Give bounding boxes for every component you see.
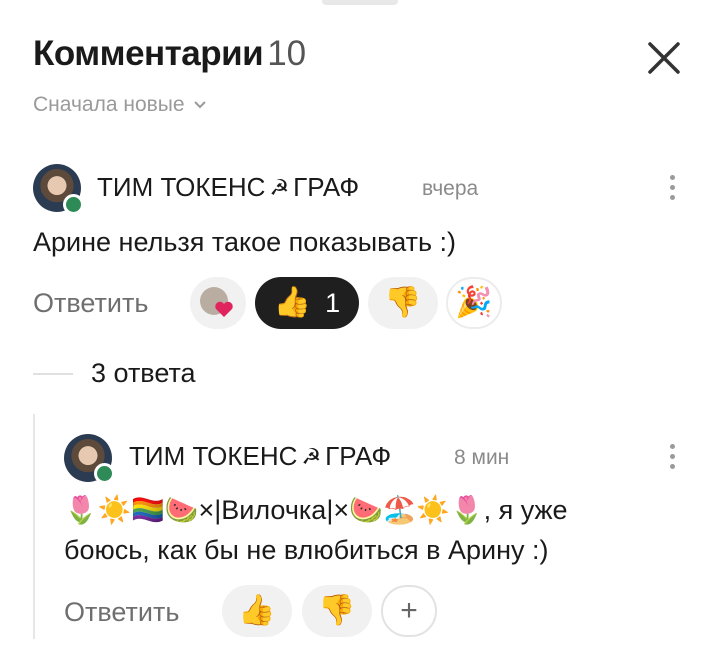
thread-line xyxy=(33,414,35,639)
reaction-heart-photo[interactable] xyxy=(190,277,246,329)
reaction-thumbs-down[interactable]: 👎 xyxy=(368,277,438,329)
heart-photo-icon xyxy=(200,287,233,317)
reaction-thumbs-up-active[interactable]: 👍 1 xyxy=(255,277,359,329)
comment-text: Арине нельзя такое показывать :) xyxy=(33,227,457,257)
sort-dropdown[interactable]: Сначала новые xyxy=(33,93,207,117)
reply-author[interactable]: ТИМ ТОКЕНС ☭ ГРАФ xyxy=(129,441,391,472)
reaction-party[interactable]: 🎉 xyxy=(446,277,502,329)
more-options-button[interactable] xyxy=(662,442,682,472)
dot-icon xyxy=(670,464,675,469)
replies-count-label: 3 ответа xyxy=(91,358,196,388)
add-reaction-button[interactable]: + xyxy=(381,585,437,637)
dot-icon xyxy=(670,175,675,180)
author-suffix: ГРАФ xyxy=(325,441,392,471)
party-popper-icon: 🎉 xyxy=(455,286,493,319)
comment-time: вчера xyxy=(422,177,479,200)
thumbs-down-icon: 👎 xyxy=(318,594,356,627)
dot-icon xyxy=(670,185,675,190)
reply-text-line-1: 🌷☀️🏳️‍🌈🍉×|Вилочка|×🍉🏖️☀️🌷, я уже xyxy=(64,495,568,525)
plus-icon: + xyxy=(400,594,418,627)
reply-text-line-2: боюсь, как бы не влюбиться в Арину :) xyxy=(64,535,549,565)
reply-button[interactable]: Ответить xyxy=(64,597,179,628)
sort-label: Сначала новые xyxy=(33,93,185,116)
online-indicator xyxy=(94,463,115,484)
show-replies-button[interactable]: 3 ответа xyxy=(33,358,196,389)
reaction-thumbs-down[interactable]: 👎 xyxy=(302,585,372,637)
comments-count: 10 xyxy=(267,34,307,73)
comment-author[interactable]: ТИМ ТОКЕНС ☭ ГРАФ xyxy=(97,172,359,203)
reaction-thumbs-up[interactable]: 👍 xyxy=(222,585,292,637)
reaction-count: 1 xyxy=(325,287,341,318)
more-options-button[interactable] xyxy=(662,173,682,203)
thumbs-up-icon: 👍 xyxy=(273,286,312,319)
thumbs-up-icon: 👍 xyxy=(238,594,276,627)
hammer-sickle-icon: ☭ xyxy=(301,443,322,469)
author-suffix: ГРАФ xyxy=(293,172,360,202)
author-name: ТИМ ТОКЕНС xyxy=(129,441,298,471)
online-indicator xyxy=(63,194,84,215)
author-name: ТИМ ТОКЕНС xyxy=(97,172,266,202)
chevron-down-icon xyxy=(193,101,206,109)
dot-icon xyxy=(670,444,675,449)
dot-icon xyxy=(670,454,675,459)
sheet-drag-handle[interactable] xyxy=(322,0,398,5)
close-icon xyxy=(648,42,680,74)
reply-time: 8 мин xyxy=(454,446,510,469)
hammer-sickle-icon: ☭ xyxy=(269,174,290,200)
page-title: Комментарии xyxy=(33,34,264,73)
close-button[interactable] xyxy=(640,34,688,82)
thumbs-down-icon: 👎 xyxy=(384,286,422,319)
dot-icon xyxy=(670,195,675,200)
replies-divider xyxy=(33,372,73,375)
reply-button[interactable]: Ответить xyxy=(33,288,148,319)
comments-header: Комментарии 10 xyxy=(33,34,306,74)
